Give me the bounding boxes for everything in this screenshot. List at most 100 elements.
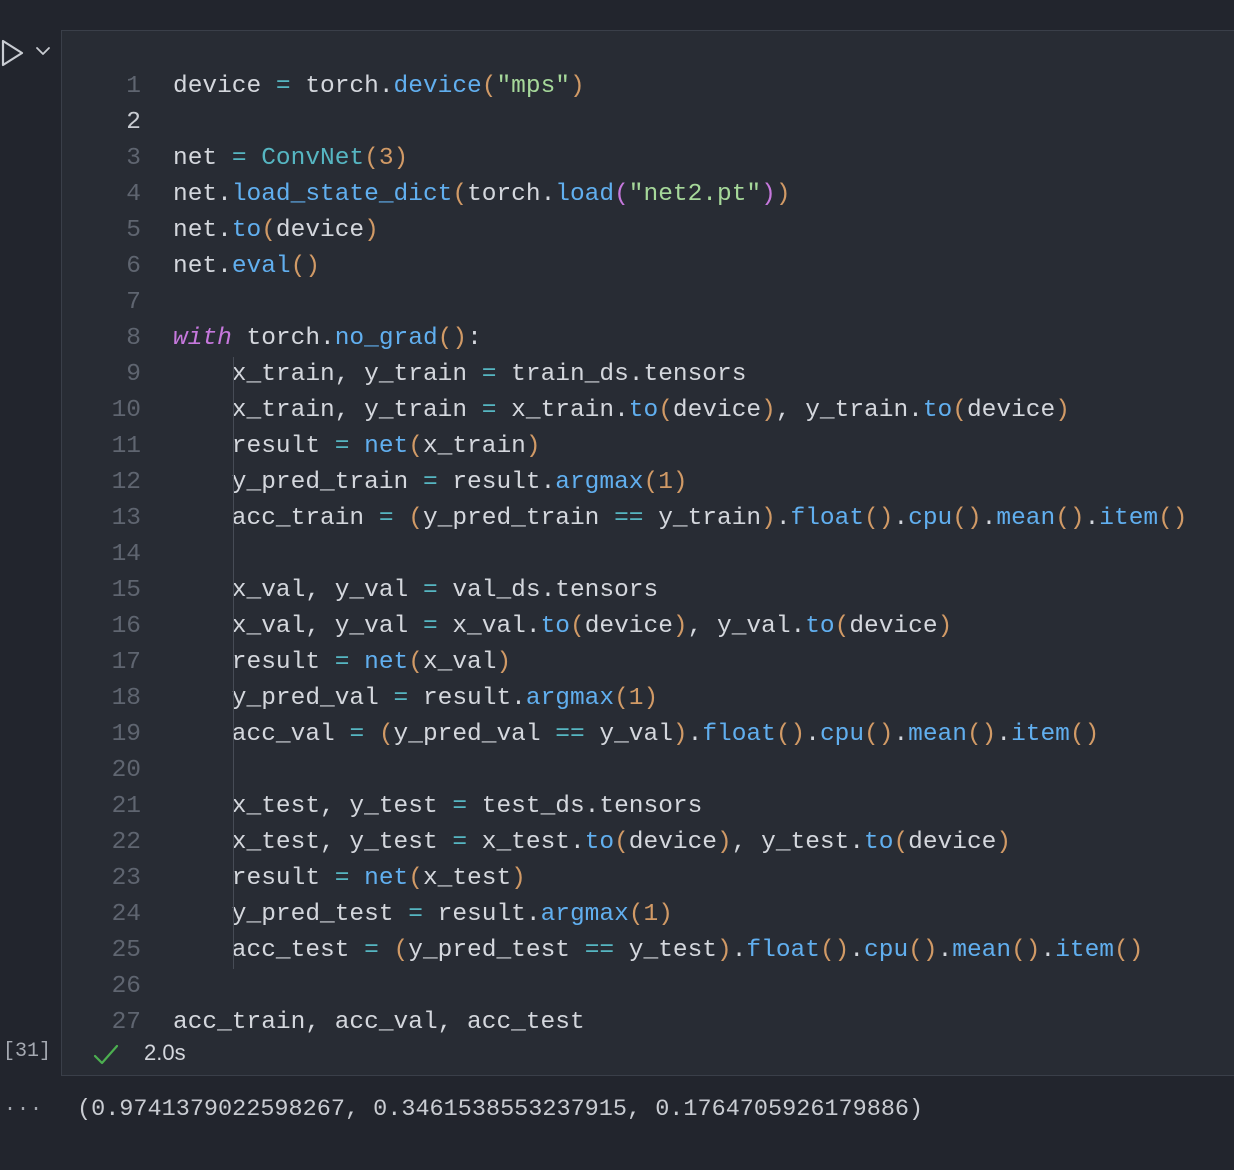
code-line[interactable]: 6 net.eval() [62, 249, 1234, 285]
code-token: ) [937, 613, 953, 640]
code-token: ( [481, 73, 497, 100]
run-cell-button[interactable] [0, 38, 28, 68]
run-options-button[interactable] [34, 42, 52, 60]
line-number: 16 [111, 613, 141, 640]
code-token: x_train, y_train [173, 397, 482, 424]
code-line[interactable]: 21 x_test, y_test = test_ds.tensors [62, 789, 1234, 825]
code-token: x_val, y_val [173, 613, 423, 640]
code-line[interactable]: 9 x_train, y_train = train_ds.tensors [62, 357, 1234, 393]
line-number: 23 [111, 865, 141, 892]
code-token: result [173, 649, 335, 676]
line-number: 13 [111, 505, 141, 532]
code-token: ( [893, 829, 909, 856]
code-line[interactable]: 4 net.load_state_dict(torch.load("net2.pt… [62, 177, 1234, 213]
code-token: float [702, 721, 776, 748]
code-line[interactable]: 16 x_val, y_val = x_val.to(device), y_va… [62, 609, 1234, 645]
code-line[interactable]: 25 acc_test = (y_pred_test == y_test).fl… [62, 933, 1234, 969]
cell-output: (0.9741379022598267, 0.3461538553237915,… [77, 1096, 924, 1123]
code-line[interactable]: 11 result = net(x_train) [62, 429, 1234, 465]
code-text: with torch.no_grad(): [173, 321, 482, 357]
code-token: = [334, 433, 350, 460]
code-token: float [746, 937, 820, 964]
code-token: ) [761, 181, 776, 208]
code-token: = [422, 577, 438, 604]
line-number: 14 [111, 541, 141, 568]
line-number: 10 [111, 397, 141, 424]
code-line[interactable]: 14 [62, 537, 1234, 573]
code-token: ) [496, 649, 512, 676]
line-number: 20 [111, 757, 141, 784]
code-token: () [908, 937, 938, 964]
code-token: ( [408, 865, 423, 892]
code-token: x_val, y_val [173, 577, 423, 604]
code-token: = [481, 361, 497, 388]
code-token: ( [408, 505, 423, 532]
chevron-down-icon [36, 47, 50, 55]
code-line[interactable]: 2 [62, 105, 1234, 141]
code-cell[interactable]: 1 device = torch.device("mps") 2 3 net = Con… [61, 30, 1234, 1076]
code-token: ) [643, 685, 659, 712]
code-token: . [687, 721, 703, 748]
code-line[interactable]: 3 net = ConvNet(3) [62, 141, 1234, 177]
code-token: argmax [555, 469, 644, 496]
code-line[interactable]: 23 result = net(x_test) [62, 861, 1234, 897]
code-token: = [275, 73, 291, 100]
code-token: ( [628, 901, 644, 928]
line-number: 21 [111, 793, 141, 820]
code-text: net.to(device) [173, 213, 379, 249]
code-line[interactable]: 17 result = net(x_val) [62, 645, 1234, 681]
code-token: ) [511, 865, 526, 892]
code-line[interactable]: 5 net.to(device) [62, 213, 1234, 249]
code-token: ( [408, 433, 423, 460]
code-token: = [378, 505, 394, 532]
line-number: 24 [111, 901, 141, 928]
code-token: to [628, 397, 659, 424]
code-line[interactable]: 15 x_val, y_val = val_ds.tensors [62, 573, 1234, 609]
code-line[interactable]: 13 acc_train = (y_pred_train == y_train)… [62, 501, 1234, 537]
code-token: item [1011, 721, 1070, 748]
code-token: torch. [290, 73, 394, 100]
code-token: y_val [584, 721, 673, 748]
code-line[interactable]: 1 device = torch.device("mps") [62, 69, 1234, 105]
output-actions-menu[interactable]: ... [4, 1094, 43, 1117]
code-token: . [893, 721, 909, 748]
code-line[interactable]: 10 x_train, y_train = x_train.to(device)… [62, 393, 1234, 429]
code-line[interactable]: 18 y_pred_val = result.argmax(1) [62, 681, 1234, 717]
code-text: x_train, y_train = x_train.to(device), y… [173, 393, 1070, 429]
code-text: net = ConvNet(3) [173, 141, 408, 177]
line-number: 6 [126, 253, 141, 280]
code-line[interactable]: 24 y_pred_test = result.argmax(1) [62, 897, 1234, 933]
code-text: y_pred_test = result.argmax(1) [173, 897, 673, 933]
code-token: y_pred_test [408, 937, 585, 964]
code-token: = [452, 793, 468, 820]
code-token: ) [364, 217, 379, 244]
code-token: . [996, 721, 1012, 748]
code-line[interactable]: 27 acc_train, acc_val, acc_test [62, 1005, 1234, 1041]
code-line[interactable]: 7 [62, 285, 1234, 321]
code-line[interactable]: 8 with torch.no_grad(): [62, 321, 1234, 357]
code-token: to [864, 829, 894, 856]
line-number: 17 [111, 649, 141, 676]
code-token: () [864, 505, 894, 532]
code-token: () [290, 253, 321, 280]
code-text: acc_val = (y_pred_val == y_val).float().… [173, 717, 1100, 753]
code-token: () [1114, 937, 1144, 964]
code-line[interactable]: 26 [62, 969, 1234, 1005]
code-token: torch. [231, 325, 335, 352]
code-line[interactable]: 12 y_pred_train = result.argmax(1) [62, 465, 1234, 501]
line-number: 18 [111, 685, 141, 712]
code-line[interactable]: 19 acc_val = (y_pred_val == y_val).float… [62, 717, 1234, 753]
code-text: device = torch.device("mps") [173, 69, 585, 105]
code-token: cpu [864, 937, 909, 964]
code-text: result = net(x_val) [173, 645, 511, 681]
code-token: ( [643, 469, 659, 496]
code-token: () [1069, 721, 1100, 748]
line-number: 1 [126, 73, 141, 100]
code-text: y_pred_val = result.argmax(1) [173, 681, 658, 717]
code-line[interactable]: 22 x_test, y_test = x_test.to(device), y… [62, 825, 1234, 861]
code-editor[interactable]: 1 device = torch.device("mps") 2 3 net = Con… [62, 69, 1234, 1041]
code-token: . [937, 937, 953, 964]
code-line[interactable]: 20 [62, 753, 1234, 789]
code-token: load [555, 181, 615, 208]
